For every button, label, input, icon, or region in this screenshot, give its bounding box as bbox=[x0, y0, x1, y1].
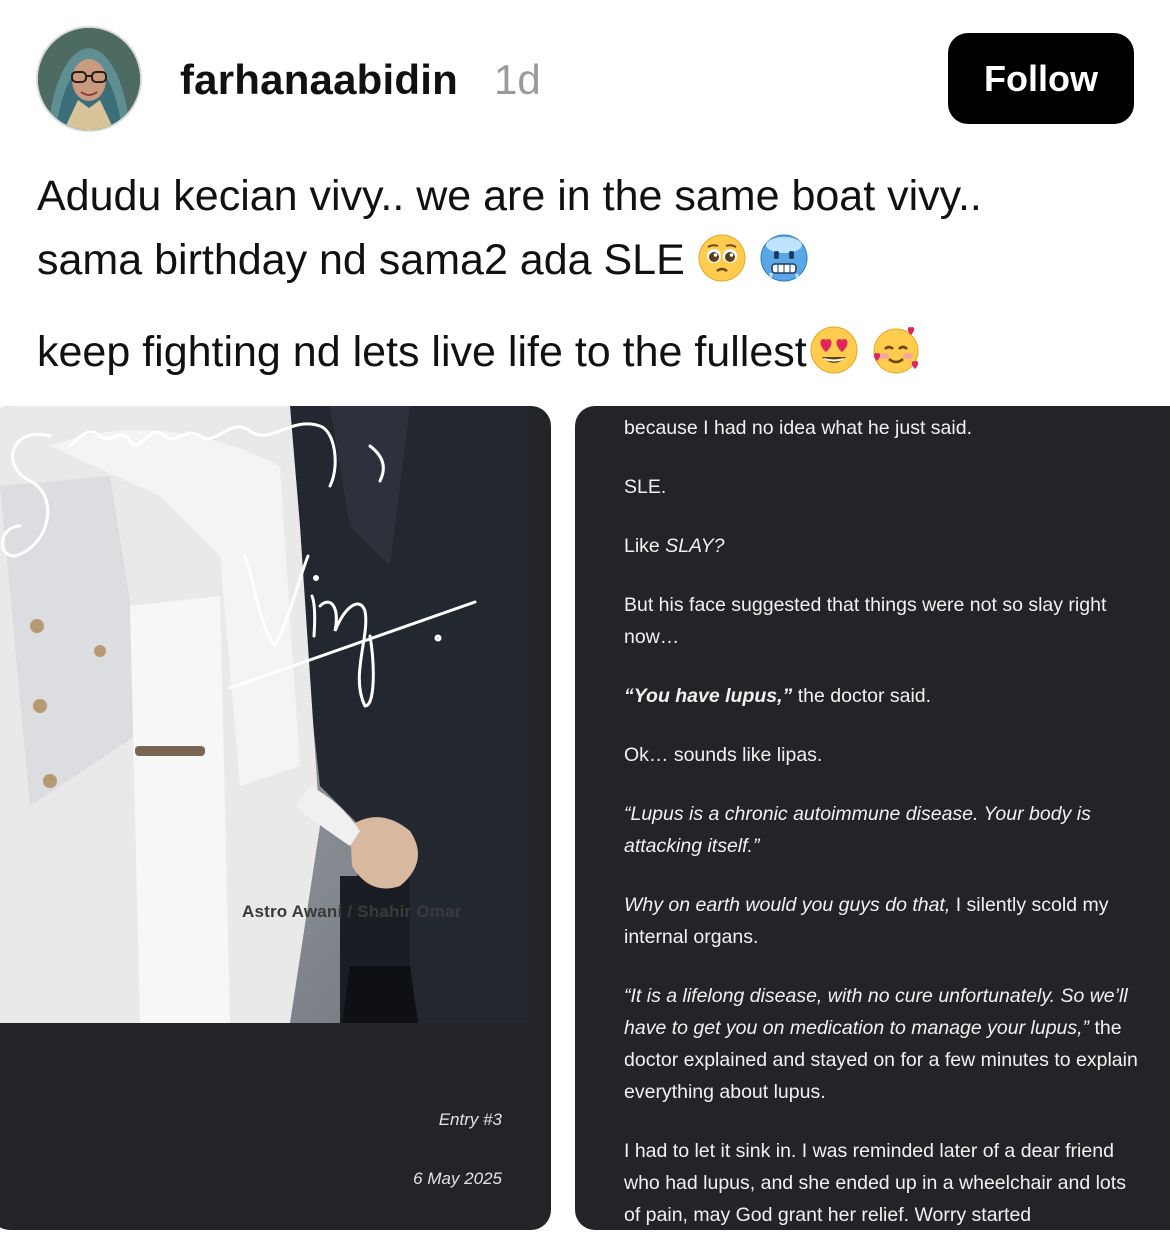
article-italic-span: SLAY? bbox=[665, 535, 725, 557]
caption-paragraph-1: Adudu kecian vivy.. we are in the same b… bbox=[37, 164, 1137, 292]
caption-line-1: Adudu kecian vivy.. we are in the same b… bbox=[37, 172, 982, 220]
article-paragraph: “It is a lifelong disease, with no cure … bbox=[624, 980, 1144, 1108]
article-paragraph: Ok… sounds like lipas. bbox=[624, 744, 823, 766]
article-text: because I had no idea what he just said.… bbox=[624, 412, 1144, 1230]
username[interactable]: farhanaabidin bbox=[180, 56, 458, 104]
post-image-carousel[interactable]: Astro Awani / Shahir Omar Entry #3 6 May… bbox=[0, 406, 1170, 1230]
heart-eyes-emoji-icon bbox=[809, 325, 859, 375]
article-text-span: the doctor said. bbox=[792, 685, 932, 707]
cold-face-emoji-icon bbox=[759, 233, 809, 283]
article-paragraph: “You have lupus,” the doctor said. bbox=[624, 680, 1144, 712]
photo-credit: Astro Awani / Shahir Omar bbox=[242, 902, 462, 921]
article-bold-italic-span: “You have lupus,” bbox=[624, 685, 793, 707]
post-time: 1d bbox=[494, 56, 541, 103]
carousel-slide-article[interactable]: because I had no idea what he just said.… bbox=[575, 406, 1170, 1230]
pleading-face-emoji-icon bbox=[697, 233, 747, 283]
follow-button[interactable]: Follow bbox=[948, 33, 1134, 124]
post-header: farhanaabidin 1d Follow bbox=[0, 0, 1170, 150]
article-text-span: Like bbox=[624, 535, 666, 557]
carousel-slide-cover[interactable]: Astro Awani / Shahir Omar Entry #3 6 May… bbox=[0, 406, 551, 1230]
article-paragraph: Why on earth would you guys do that, I s… bbox=[624, 889, 1144, 953]
post-caption: Adudu kecian vivy.. we are in the same b… bbox=[37, 164, 1137, 384]
article-paragraph: SLE. bbox=[624, 476, 667, 498]
caption-line-2: sama birthday nd sama2 ada SLE bbox=[37, 236, 685, 284]
caption-paragraph-2: keep fighting nd lets live life to the f… bbox=[37, 320, 1137, 384]
article-italic-span: “It is a lifelong disease, with no cure … bbox=[624, 985, 1128, 1039]
article-paragraph: because I had no idea what he just said. bbox=[624, 417, 972, 439]
article-italic-span: Why on earth would you guys do that, bbox=[624, 894, 951, 916]
article-paragraph: “Lupus is a chronic autoimmune disease. … bbox=[624, 803, 1091, 857]
article-paragraph: But his face suggested that things were … bbox=[624, 594, 1107, 648]
smiling-face-with-hearts-emoji-icon bbox=[871, 325, 921, 375]
caption-line-3: keep fighting nd lets live life to the f… bbox=[37, 328, 807, 376]
cover-photo bbox=[0, 406, 528, 1023]
article-paragraph: I had to let it sink in. I was reminded … bbox=[624, 1140, 1126, 1226]
article-paragraph: Like SLAY? bbox=[624, 530, 1144, 562]
avatar[interactable] bbox=[36, 26, 142, 132]
entry-label: Entry #3 bbox=[438, 1110, 502, 1129]
entry-date: 6 May 2025 bbox=[413, 1169, 502, 1188]
